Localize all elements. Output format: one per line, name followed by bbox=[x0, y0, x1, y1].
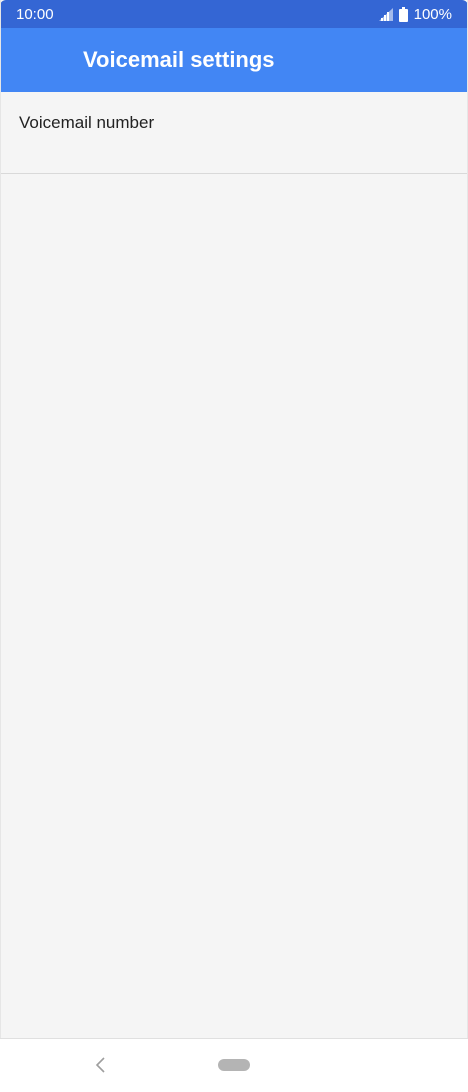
home-pill-icon[interactable] bbox=[218, 1059, 250, 1071]
app-bar: Voicemail settings bbox=[0, 28, 468, 92]
status-time: 10:00 bbox=[16, 5, 54, 23]
page-title: Voicemail settings bbox=[83, 47, 275, 72]
status-bar: 10:00 100% bbox=[0, 0, 468, 28]
navigation-bar bbox=[0, 1038, 468, 1092]
battery-percent: 100% bbox=[413, 5, 452, 23]
status-icons: 100% bbox=[378, 5, 452, 23]
voicemail-number-item[interactable]: Voicemail number bbox=[0, 92, 468, 174]
battery-icon bbox=[398, 6, 408, 22]
settings-list: Voicemail number bbox=[0, 92, 468, 1038]
voicemail-number-label: Voicemail number bbox=[19, 113, 155, 132]
left-frame-edge bbox=[0, 0, 1, 1092]
back-icon[interactable] bbox=[93, 1055, 109, 1075]
signal-icon bbox=[378, 7, 393, 21]
